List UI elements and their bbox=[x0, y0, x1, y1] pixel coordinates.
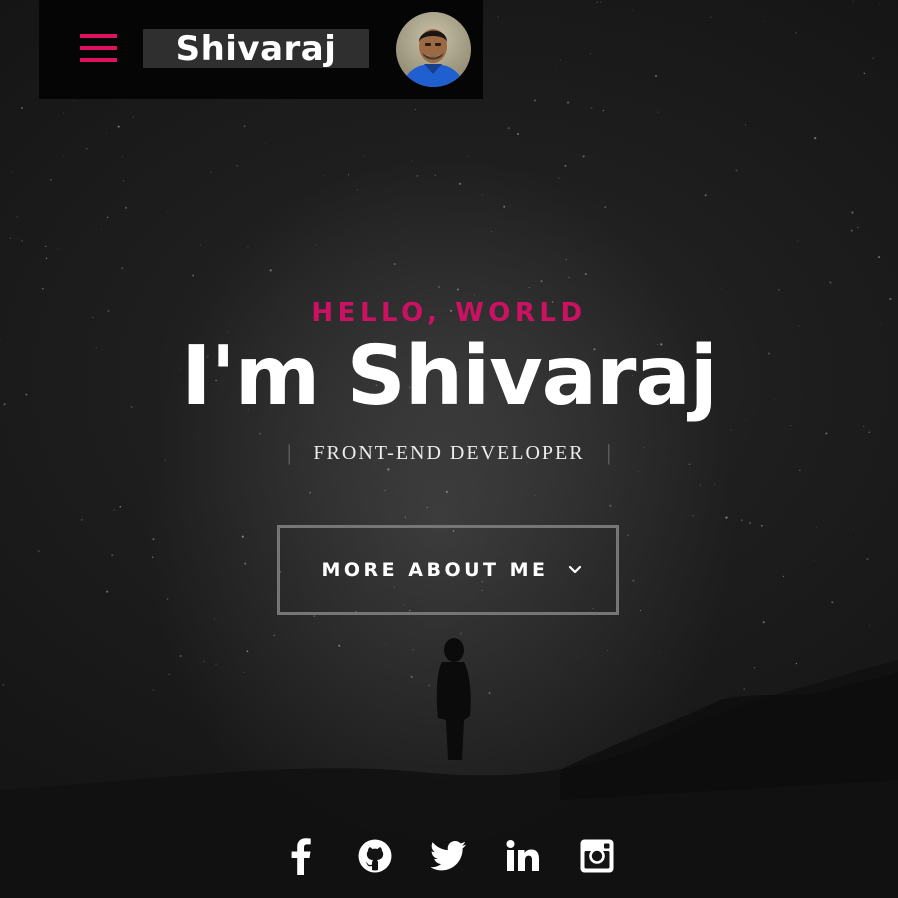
instagram-link[interactable] bbox=[579, 836, 615, 876]
facebook-icon bbox=[291, 838, 311, 875]
divider: | bbox=[287, 440, 292, 465]
linkedin-link[interactable] bbox=[505, 836, 541, 876]
github-link[interactable] bbox=[357, 836, 393, 876]
hero-headline: I'm Shivaraj bbox=[181, 329, 718, 424]
twitter-icon bbox=[431, 841, 466, 871]
brand-logo-link[interactable]: Shivaraj bbox=[143, 29, 369, 68]
brand-name: Shivaraj bbox=[175, 28, 337, 69]
facebook-link[interactable] bbox=[283, 836, 319, 876]
avatar-photo-icon bbox=[396, 12, 471, 87]
social-links bbox=[0, 836, 898, 880]
hero-role: FRONT-END DEVELOPER bbox=[313, 441, 585, 464]
twitter-link[interactable] bbox=[431, 836, 467, 876]
cta-label: MORE ABOUT ME bbox=[321, 559, 549, 581]
chevron-down-icon bbox=[568, 565, 581, 574]
github-icon bbox=[358, 839, 392, 873]
more-about-me-button[interactable]: MORE ABOUT ME bbox=[277, 525, 619, 615]
divider: | bbox=[606, 440, 611, 465]
hamburger-menu-icon[interactable] bbox=[80, 32, 118, 66]
instagram-icon bbox=[580, 839, 614, 873]
profile-avatar[interactable] bbox=[396, 12, 471, 87]
role-line: | FRONT-END DEVELOPER | bbox=[0, 440, 898, 466]
linkedin-icon bbox=[506, 840, 539, 871]
standing-person-silhouette bbox=[436, 638, 471, 760]
